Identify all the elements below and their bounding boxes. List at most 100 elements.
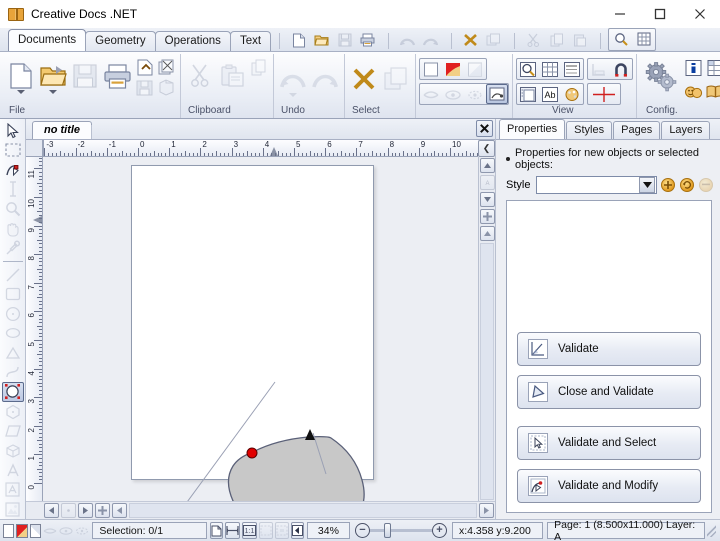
copy-button[interactable] [248, 57, 270, 77]
quick-save-icon[interactable] [333, 30, 356, 50]
redo-button[interactable] [310, 60, 340, 98]
text-box-tool[interactable] [2, 480, 24, 500]
rectangle-tool[interactable] [2, 284, 24, 304]
grid-icon[interactable] [539, 59, 561, 79]
undo-button[interactable] [278, 60, 308, 98]
menu-tab-text[interactable]: Text [230, 31, 271, 51]
book-icon[interactable] [704, 82, 720, 102]
minimize-button[interactable] [600, 0, 640, 28]
ruler-icon[interactable] [588, 59, 610, 79]
hscroll-left-button[interactable] [44, 503, 59, 518]
show-icon[interactable] [442, 84, 464, 104]
hatch-fill-icon[interactable] [464, 59, 486, 79]
zoom-slider-thumb[interactable] [384, 523, 391, 538]
text-cursor-tool[interactable] [2, 180, 24, 200]
image-tool[interactable] [2, 499, 24, 519]
canvas-vertical-scrollbar[interactable]: A [478, 157, 495, 501]
no-fill-swatch[interactable] [3, 524, 14, 538]
hscroll-home-button[interactable] [112, 503, 127, 518]
quick-paste-icon[interactable] [568, 30, 591, 50]
scroll-top-button[interactable] [480, 226, 495, 241]
fit-page-icon[interactable] [210, 522, 223, 539]
zoom-in-button[interactable]: + [432, 523, 447, 538]
quick-copy-icon[interactable] [545, 30, 568, 50]
page-icon[interactable] [517, 84, 539, 104]
chevron-down-icon[interactable] [289, 93, 297, 97]
new-document-button[interactable] [6, 57, 36, 95]
hand-pan-tool[interactable] [2, 219, 24, 239]
scroll-page-up-button[interactable]: A [480, 175, 495, 190]
paste-button[interactable] [217, 57, 247, 95]
ellipse-tool[interactable] [2, 323, 24, 343]
zoom-selection-icon[interactable] [259, 522, 273, 539]
quick-zoom-icon[interactable] [609, 29, 632, 49]
add-style-button[interactable] [661, 178, 676, 193]
remove-style-button[interactable] [699, 178, 714, 193]
vertical-ruler[interactable]: 01234567891011 [26, 157, 43, 501]
scroll-down-button[interactable] [480, 192, 495, 207]
menu-tab-operations[interactable]: Operations [155, 31, 231, 51]
volume-3d-tool[interactable] [2, 441, 24, 461]
save-document-button[interactable] [70, 57, 100, 95]
preview-icon[interactable] [486, 84, 508, 104]
tab-layers[interactable]: Layers [661, 121, 710, 139]
table-settings-icon[interactable] [704, 58, 720, 78]
close-document-button[interactable] [155, 57, 177, 77]
quick-cut-icon[interactable] [522, 30, 545, 50]
tab-pages[interactable]: Pages [613, 121, 660, 139]
quick-print-icon[interactable] [356, 30, 379, 50]
validate-button[interactable]: Validate [517, 332, 701, 366]
settings-gear-button[interactable] [641, 58, 681, 96]
circle-tool[interactable] [2, 304, 24, 324]
zoom-tool[interactable] [2, 199, 24, 219]
resize-grip-icon[interactable] [707, 525, 716, 537]
validate-and-select-button[interactable]: Validate and Select [517, 426, 701, 460]
maximize-button[interactable] [640, 0, 680, 28]
print-preview-button[interactable] [155, 77, 177, 97]
hatch-fill-swatch[interactable] [30, 524, 41, 538]
zoom-out-button[interactable]: − [355, 523, 370, 538]
hide-icon[interactable] [420, 84, 442, 104]
menu-tab-documents[interactable]: Documents [8, 29, 86, 51]
hscroll-mid-button[interactable] [61, 503, 76, 518]
previous-view-icon[interactable] [291, 522, 304, 539]
ruler-scroll-left-button[interactable]: ❮ [478, 140, 495, 157]
fit-width-icon[interactable] [225, 522, 240, 539]
print-document-button[interactable] [102, 57, 132, 95]
marquee-select-tool[interactable] [2, 141, 24, 161]
gradient-fill-icon[interactable] [442, 59, 464, 79]
horizontal-scroll-track[interactable] [129, 503, 477, 518]
close-panel-icon[interactable] [476, 120, 493, 137]
eyedropper-tool[interactable] [2, 238, 24, 258]
gradient-fill-swatch[interactable] [16, 524, 27, 538]
hscroll-end-button[interactable] [479, 503, 494, 518]
line-tool[interactable] [2, 265, 24, 285]
menu-tab-geometry[interactable]: Geometry [85, 31, 156, 51]
magnet-icon[interactable] [610, 59, 632, 79]
zoom-slider[interactable]: − + [355, 523, 447, 538]
horizontal-ruler[interactable]: -3-2-1012345678910 [43, 140, 478, 157]
zoom-fit-button[interactable] [480, 209, 495, 224]
zoom-icon[interactable] [517, 59, 539, 79]
zoom-all-icon[interactable] [275, 522, 289, 539]
style-property-list[interactable]: Validate Close and Validate Validate an [506, 200, 712, 513]
no-fill-icon[interactable] [420, 59, 442, 79]
tab-styles[interactable]: Styles [566, 121, 612, 139]
palette-icon[interactable] [561, 84, 583, 104]
polygon-tool[interactable] [2, 402, 24, 422]
duplicate-selection-button[interactable] [381, 60, 411, 98]
scroll-up-button[interactable] [480, 158, 495, 173]
triangle-tool[interactable] [2, 343, 24, 363]
document-page[interactable] [131, 165, 374, 480]
drawing-canvas[interactable] [43, 157, 478, 501]
close-button[interactable] [680, 0, 720, 28]
close-and-validate-button[interactable]: Close and Validate [517, 375, 701, 409]
quick-duplicate-icon[interactable] [482, 30, 505, 50]
actual-size-icon[interactable]: 1:1 [242, 522, 257, 539]
guides-icon[interactable] [561, 59, 583, 79]
update-style-button[interactable] [680, 178, 695, 193]
text-a-tool[interactable] [2, 460, 24, 480]
export-document-button[interactable] [133, 57, 155, 77]
freehand-shape-tool[interactable] [2, 382, 24, 402]
text-ab-icon[interactable]: Ab [539, 84, 561, 104]
